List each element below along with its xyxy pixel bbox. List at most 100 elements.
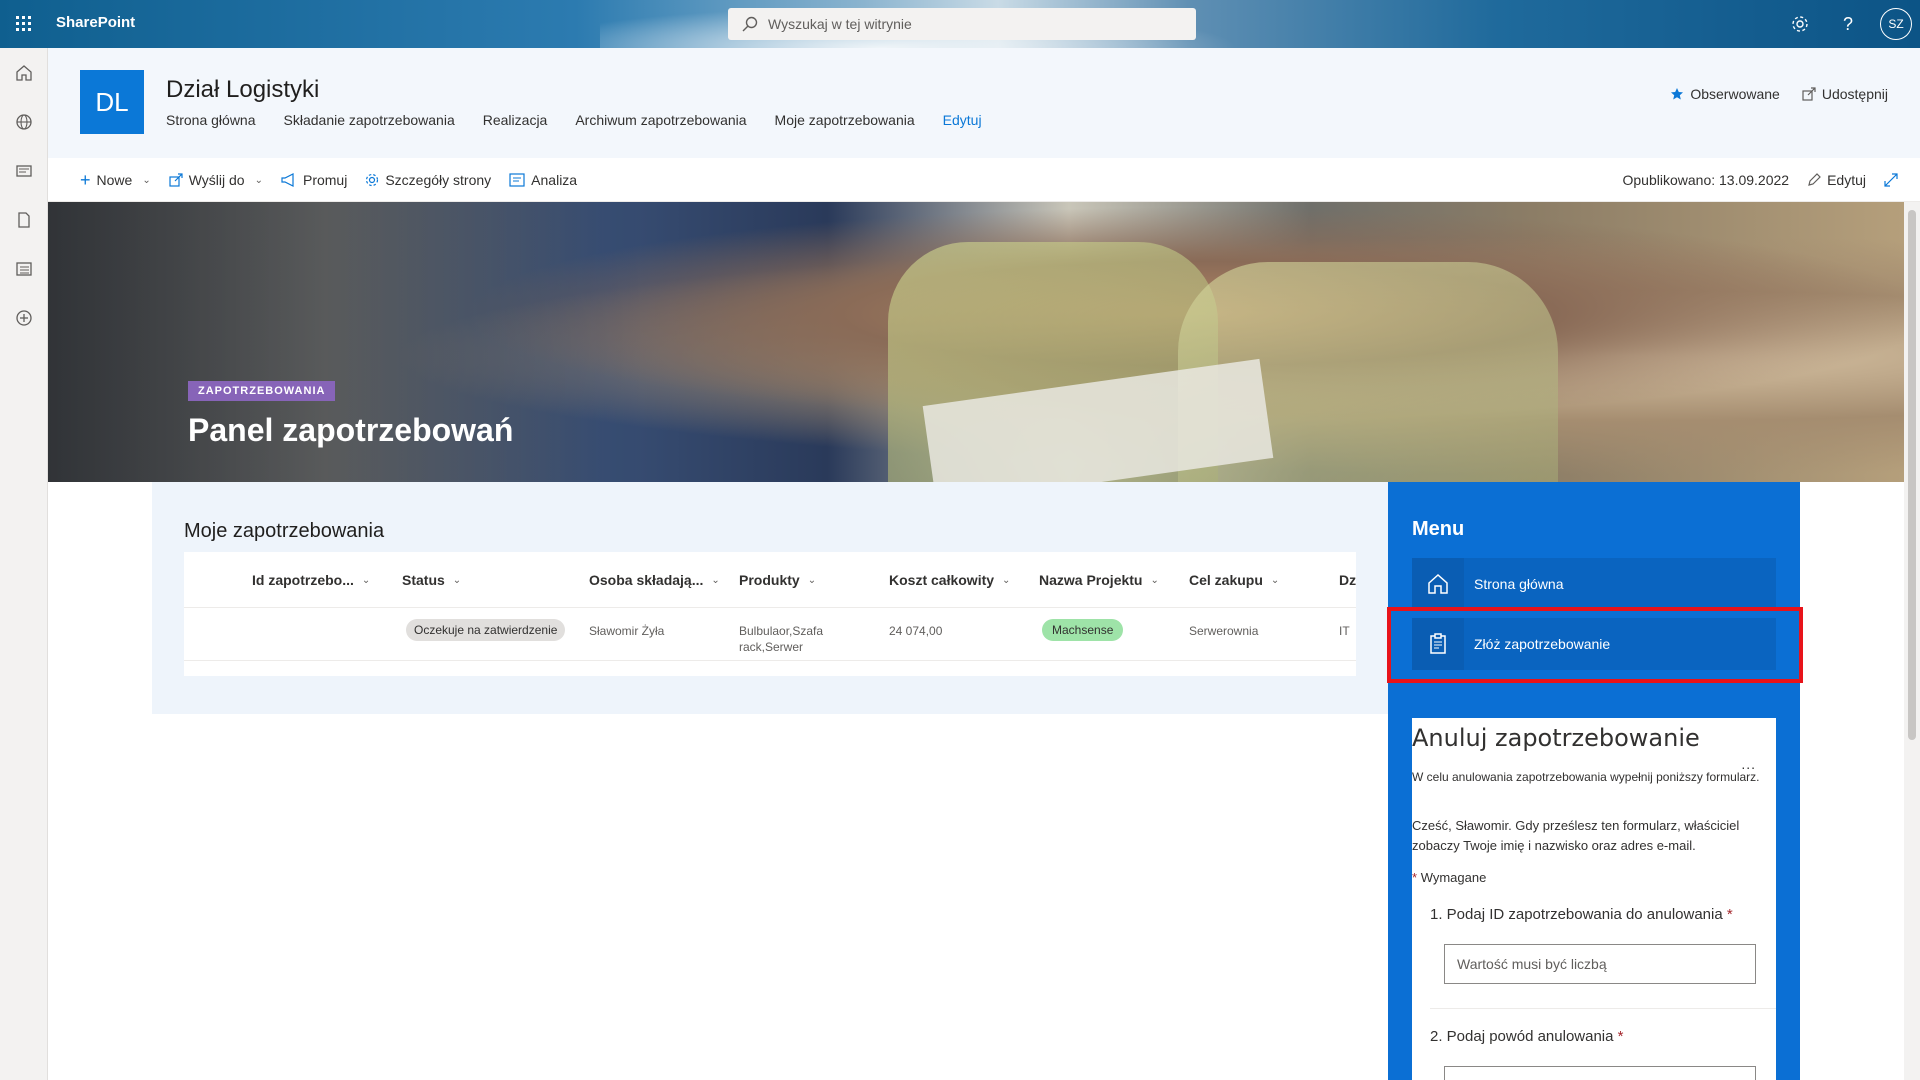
analytics-button[interactable]: Analiza	[509, 172, 577, 188]
send-to-button[interactable]: Wyślij do ⌄	[169, 172, 263, 188]
question-1-label: 1. Podaj ID zapotrzebowania do anulowani…	[1430, 906, 1733, 923]
appbar-sites-button[interactable]	[0, 98, 48, 146]
list-section: Moje zapotrzebowania Id zapotrzebo... ⌄ S…	[152, 482, 1388, 714]
hero-banner: ZAPOTRZEBOWANIA Panel zapotrzebowań	[48, 202, 1904, 482]
cell-products-line: rack,Serwer	[739, 640, 804, 654]
chevron-down-icon: ⌄	[361, 574, 371, 586]
question-2-label: 2. Podaj powód anulowania *	[1430, 1028, 1624, 1045]
command-bar: + Nowe ⌄ Wyślij do ⌄ Promuj Szczegóły st…	[48, 158, 1920, 202]
suite-bar: SharePoint Wyszukaj w tej witrynie ? SZ	[0, 0, 1920, 48]
send-icon	[169, 173, 183, 187]
menu-title: Menu	[1412, 518, 1465, 540]
chevron-down-icon: ⌄	[254, 174, 263, 186]
cancel-request-form: Anuluj zapotrzebowanie ... W celu anulow…	[1412, 718, 1776, 1080]
settings-button[interactable]	[1776, 0, 1824, 48]
column-header-status[interactable]: Status ⌄	[402, 572, 461, 588]
search-box[interactable]: Wyszukaj w tej witrynie	[728, 8, 1196, 40]
help-button[interactable]: ?	[1824, 0, 1872, 48]
gear-icon	[1792, 16, 1808, 32]
site-title[interactable]: Dział Logistyki	[166, 76, 319, 104]
appbar-news-button[interactable]	[0, 147, 48, 195]
column-header-id[interactable]: Id zapotrzebo... ⌄	[252, 572, 370, 588]
cancel-reason-input[interactable]	[1444, 1066, 1756, 1080]
share-label: Udostępnij	[1821, 86, 1888, 102]
divider	[1430, 1008, 1776, 1009]
follow-label: Obserwowane	[1690, 86, 1780, 102]
column-header-project[interactable]: Nazwa Projektu ⌄	[1039, 572, 1159, 588]
app-bar	[0, 48, 48, 1080]
chevron-down-icon: ⌄	[1002, 574, 1011, 586]
chevron-down-icon: ⌄	[142, 174, 151, 186]
question-1-text: 1. Podaj ID zapotrzebowania do anulowani…	[1430, 906, 1723, 923]
cell-products-line: Bulbulaor,Szafa	[739, 624, 824, 638]
site-logo[interactable]: DL	[80, 70, 144, 134]
required-star: *	[1412, 870, 1418, 885]
analytics-label: Analiza	[531, 172, 578, 188]
column-header-person[interactable]: Osoba składają... ⌄	[589, 572, 720, 588]
edit-page-button[interactable]: Edytuj	[1807, 172, 1866, 188]
search-input[interactable]: Wyszukaj w tej witrynie	[768, 16, 912, 32]
cell-purpose: Serwerownia	[1189, 624, 1259, 638]
scrollbar-thumb[interactable]	[1908, 210, 1916, 740]
site-navigation: Strona główna Składanie zapotrzebowania …	[166, 112, 982, 128]
column-header-products[interactable]: Produkty ⌄	[739, 572, 816, 588]
expand-button[interactable]	[1884, 173, 1898, 187]
required-star: *	[1726, 906, 1733, 923]
page-scrollbar[interactable]	[1904, 202, 1920, 1080]
list-icon	[16, 262, 32, 276]
app-launcher-button[interactable]	[0, 0, 48, 48]
nav-my-requests[interactable]: Moje zapotrzebowania	[775, 112, 915, 128]
user-avatar-button[interactable]: SZ	[1880, 8, 1912, 40]
chevron-down-icon: ⌄	[711, 574, 720, 586]
nav-archive[interactable]: Archiwum zapotrzebowania	[575, 112, 746, 128]
chevron-down-icon: ⌄	[1150, 574, 1159, 586]
page-title: Panel zapotrzebowań	[188, 412, 514, 448]
promote-button[interactable]: Promuj	[281, 172, 347, 188]
chevron-down-icon: ⌄	[452, 574, 462, 586]
follow-button[interactable]: Obserwowane	[1670, 86, 1780, 102]
page-details-button[interactable]: Szczegóły strony	[365, 172, 491, 188]
star-filled-icon	[1671, 88, 1684, 100]
published-date: Opublikowano: 13.09.2022	[1622, 172, 1790, 188]
question-mark-icon: ?	[1842, 13, 1853, 34]
menu-item-label: Strona główna	[1474, 576, 1564, 592]
analytics-icon	[509, 173, 525, 187]
page-details-label: Szczegóły strony	[385, 172, 492, 188]
share-button[interactable]: Udostępnij	[1802, 86, 1888, 102]
list-webpart-title[interactable]: Moje zapotrzebowania	[184, 520, 384, 543]
table-row[interactable]: Oczekuje na zatwierdzenie Sławomir Żyła …	[184, 609, 1356, 661]
new-button[interactable]: + Nowe ⌄	[80, 170, 151, 191]
waffle-icon	[16, 16, 31, 31]
appbar-files-button[interactable]	[0, 196, 48, 244]
appbar-home-button[interactable]	[0, 49, 48, 97]
home-icon	[1412, 558, 1464, 610]
highlight-box	[1387, 607, 1803, 683]
search-icon	[742, 16, 758, 32]
document-icon	[18, 212, 30, 228]
nav-submit-request[interactable]: Składanie zapotrzebowania	[284, 112, 455, 128]
column-header-department[interactable]: Dz	[1339, 572, 1356, 588]
nav-edit-link[interactable]: Edytuj	[943, 112, 982, 128]
pencil-icon	[1808, 173, 1821, 186]
request-id-input[interactable]: Wartość musi być liczbą	[1444, 944, 1756, 984]
share-icon	[1802, 87, 1816, 101]
appbar-lists-button[interactable]	[0, 245, 48, 293]
nav-fulfillment[interactable]: Realizacja	[483, 112, 548, 128]
appbar-create-button[interactable]	[0, 294, 48, 342]
column-header-total-cost[interactable]: Koszt całkowity ⌄	[889, 572, 1010, 588]
column-header-purpose[interactable]: Cel zakupu ⌄	[1189, 572, 1279, 588]
gear-icon	[366, 173, 379, 187]
required-label: Wymagane	[1420, 870, 1487, 885]
cell-person: Sławomir Żyła	[589, 624, 665, 638]
send-to-label: Wyślij do	[188, 172, 245, 188]
sharepoint-brand-link[interactable]: SharePoint	[56, 14, 135, 31]
cell-department: IT	[1339, 624, 1350, 638]
chevron-down-icon: ⌄	[807, 574, 817, 586]
form-title: Anuluj zapotrzebowanie	[1412, 724, 1700, 752]
new-label: Nowe	[96, 172, 133, 188]
cell-total-cost: 24 074,00	[889, 624, 943, 638]
promote-label: Promuj	[302, 172, 348, 188]
menu-item-home[interactable]: Strona główna	[1412, 558, 1776, 610]
requests-list: Id zapotrzebo... ⌄ Status ⌄ Osoba składają…	[184, 552, 1356, 676]
nav-home[interactable]: Strona główna	[166, 112, 256, 128]
